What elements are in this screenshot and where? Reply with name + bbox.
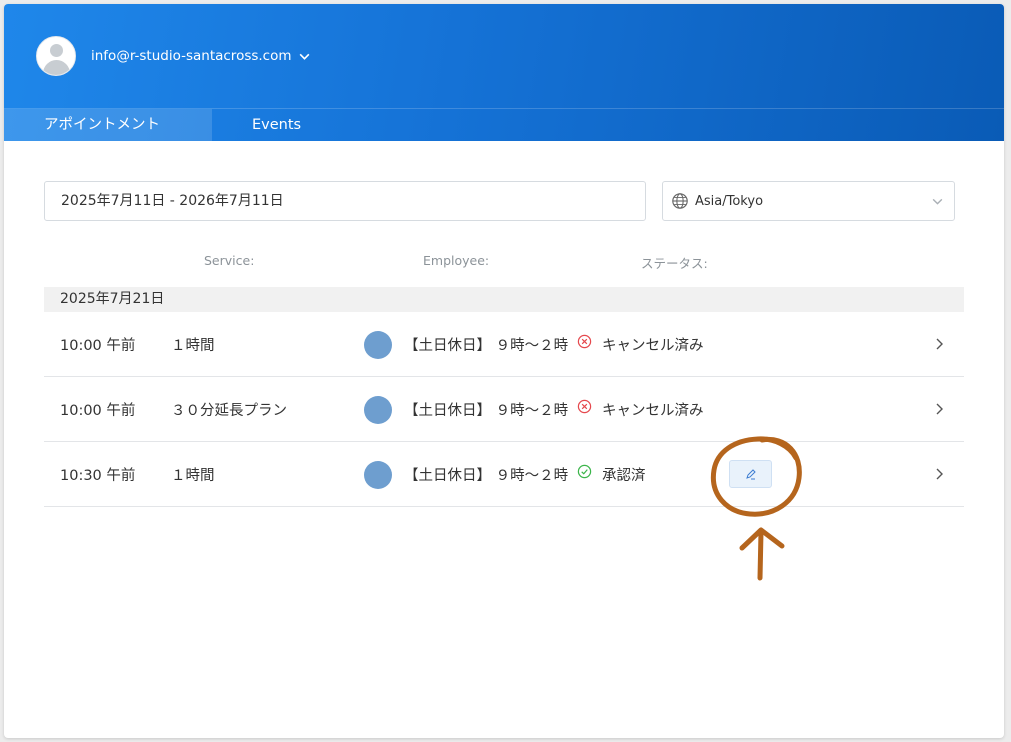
status-label: キャンセル済み: [602, 403, 704, 419]
user-avatar: [36, 36, 76, 76]
appointments-card: info@r-studio-santacross.com アポイントメント Ev…: [4, 4, 1004, 738]
globe-icon: [672, 193, 688, 209]
user-email[interactable]: info@r-studio-santacross.com: [91, 48, 292, 64]
appointment-service: １時間: [171, 468, 215, 484]
appointment-time: 10:00 午前: [60, 338, 136, 354]
chevron-right-icon[interactable]: [933, 467, 945, 481]
annotation-circle-arrow: [710, 436, 802, 581]
appointment-row[interactable]: 10:00 午前 １時間 【土日休日】 ９時〜２時 キャンセル済み: [44, 312, 964, 377]
chevron-down-icon[interactable]: [298, 50, 311, 63]
status-label: キャンセル済み: [602, 338, 704, 354]
column-header-status: ステータス:: [641, 256, 708, 271]
appointment-row[interactable]: 10:30 午前 １時間 【土日休日】 ９時〜２時 承認済: [44, 442, 964, 507]
x-circle-icon: [577, 399, 592, 414]
appointment-time: 10:30 午前: [60, 468, 136, 484]
employee-name: 【土日休日】 ９時〜２時: [404, 338, 569, 354]
header: info@r-studio-santacross.com アポイントメント Ev…: [4, 4, 1004, 141]
employee-name: 【土日休日】 ９時〜２時: [404, 468, 569, 484]
appointment-row[interactable]: 10:00 午前 ３０分延長プラン 【土日休日】 ９時〜２時 キャンセル済み: [44, 377, 964, 442]
timezone-label: Asia/Tokyo: [695, 193, 764, 209]
chevron-right-icon[interactable]: [933, 337, 945, 351]
appointment-service: １時間: [171, 338, 215, 354]
column-header-service: Service:: [204, 253, 255, 268]
tab-appointments[interactable]: アポイントメント: [4, 109, 212, 141]
chevron-right-icon[interactable]: [933, 402, 945, 416]
x-circle-icon: [577, 334, 592, 349]
chevron-down-icon: [932, 198, 943, 205]
column-header-employee: Employee:: [423, 253, 490, 268]
date-range-input[interactable]: 2025年7月11日 - 2026年7月11日: [44, 181, 646, 221]
employee-avatar: [364, 396, 392, 424]
employee-avatar: [364, 461, 392, 489]
timezone-select[interactable]: Asia/Tokyo: [662, 181, 955, 221]
check-circle-icon: [577, 464, 592, 479]
user-menu[interactable]: info@r-studio-santacross.com: [36, 36, 311, 76]
status-label: 承認済: [602, 468, 646, 484]
date-group-header: 2025年7月21日: [44, 287, 964, 312]
tab-bar: アポイントメント Events: [4, 108, 1004, 141]
appointment-service: ３０分延長プラン: [171, 403, 287, 419]
appointment-time: 10:00 午前: [60, 403, 136, 419]
employee-name: 【土日休日】 ９時〜２時: [404, 403, 569, 419]
employee-avatar: [364, 331, 392, 359]
tab-events[interactable]: Events: [212, 109, 301, 141]
